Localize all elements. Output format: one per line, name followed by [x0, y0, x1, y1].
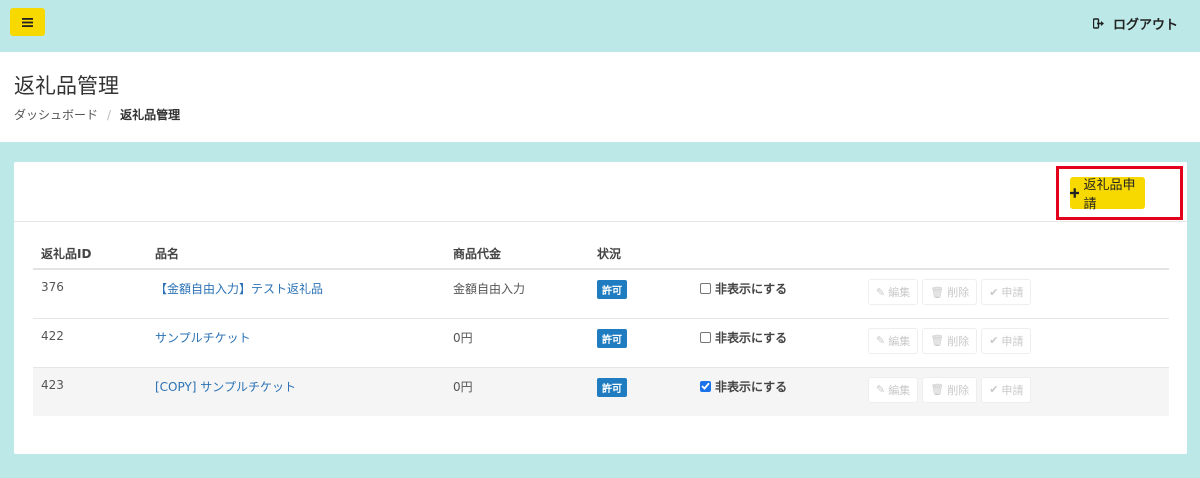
- hide-checkbox-label[interactable]: 非表示にする: [700, 280, 787, 297]
- request-label: 申請: [1001, 286, 1024, 299]
- hide-checkbox[interactable]: [700, 380, 711, 392]
- edit-icon: ✎: [876, 285, 886, 299]
- hide-label-text: 非表示にする: [715, 379, 788, 394]
- top-bar: ログアウト: [0, 0, 1200, 52]
- gift-id: 422: [33, 318, 147, 368]
- column-header-id: 返礼品ID: [33, 238, 147, 270]
- gift-table: 返礼品ID 品名 商品代金 状況 376 【金額自由入力】テスト返礼品 金額自由…: [33, 238, 1169, 416]
- check-icon: ✔: [989, 383, 999, 396]
- edit-label: 編集: [888, 383, 911, 397]
- edit-button[interactable]: ✎ 編集: [868, 279, 919, 305]
- table-row: 423 [COPY] サンプルチケット 0円 許可 非表示にする ✎編集 🗑: [33, 367, 1169, 416]
- column-header-actions: [860, 238, 1169, 270]
- hide-checkbox-label[interactable]: 非表示にする: [700, 378, 787, 395]
- table-row: 422 サンプルチケット 0円 許可 非表示にする ✎ 編集 🗑 削除 ✔ 申請: [33, 318, 1169, 368]
- gift-price: 金額自由入力: [445, 269, 589, 319]
- request-button[interactable]: ✔ 申請: [981, 279, 1032, 305]
- page-title: 返礼品管理: [14, 74, 119, 98]
- trash-icon: 🗑: [930, 334, 945, 347]
- column-header-price: 商品代金: [445, 238, 589, 270]
- gift-name-link[interactable]: [COPY] サンプルチケット: [155, 380, 296, 394]
- page-header: 返礼品管理 ダッシュボード / 返礼品管理: [0, 52, 1200, 142]
- gift-name-link[interactable]: 【金額自由入力】テスト返礼品: [155, 282, 323, 296]
- gift-price: 0円: [445, 367, 589, 416]
- row-actions: ✎ 編集 🗑 削除 ✔ 申請: [868, 376, 1169, 403]
- sign-out-icon: [1092, 18, 1104, 29]
- delete-label: 削除: [947, 383, 970, 397]
- plus-icon: [1070, 188, 1080, 198]
- breadcrumb-separator: /: [107, 107, 112, 122]
- gift-id: 376: [33, 269, 147, 319]
- hide-checkbox[interactable]: [700, 331, 711, 343]
- gift-id: 423: [33, 367, 147, 416]
- apply-gift-button[interactable]: 返礼品申請: [1070, 177, 1145, 212]
- delete-button[interactable]: 🗑 削除: [922, 327, 978, 354]
- status-badge: 許可: [597, 377, 627, 397]
- status-badge: 許可: [597, 280, 627, 299]
- row-actions: ✎ 編集 🗑 削除 ✔ 申請: [868, 279, 1169, 305]
- gift-price: 0円: [445, 318, 589, 368]
- delete-label: 削除: [947, 286, 970, 299]
- card-header: 返礼品申請: [14, 162, 1187, 222]
- menu-toggle-button[interactable]: [10, 8, 45, 36]
- edit-label: 編集: [888, 334, 911, 348]
- checkmark-icon: [701, 382, 710, 390]
- column-header-hide: [692, 238, 860, 270]
- logout-button[interactable]: ログアウト: [1092, 14, 1178, 33]
- hide-checkbox-label[interactable]: 非表示にする: [700, 329, 787, 346]
- apply-gift-label: 返礼品申請: [1083, 178, 1136, 212]
- request-button[interactable]: ✔ 申請: [981, 376, 1032, 403]
- hide-label-text: 非表示にする: [715, 282, 788, 296]
- edit-button[interactable]: ✎ 編集: [868, 327, 919, 354]
- gift-name-link[interactable]: サンプルチケット: [155, 331, 251, 345]
- edit-label: 編集: [888, 286, 911, 299]
- edit-button[interactable]: ✎ 編集: [868, 376, 919, 403]
- logout-label: ログアウト: [1112, 18, 1178, 33]
- request-button[interactable]: ✔ 申請: [981, 327, 1032, 354]
- delete-button[interactable]: 🗑 削除: [922, 376, 978, 403]
- column-header-status: 状況: [589, 238, 692, 270]
- request-label: 申請: [1001, 334, 1024, 348]
- table-row: 376 【金額自由入力】テスト返礼品 金額自由入力 許可 非表示にする ✎ 編集 …: [33, 269, 1169, 319]
- delete-button[interactable]: 🗑 削除: [922, 279, 978, 305]
- hide-label-text: 非表示にする: [715, 330, 788, 345]
- status-badge: 許可: [597, 328, 627, 348]
- request-label: 申請: [1001, 383, 1024, 397]
- hamburger-icon: [22, 17, 33, 27]
- hide-checkbox[interactable]: [700, 283, 711, 294]
- edit-icon: ✎: [876, 334, 886, 347]
- delete-label: 削除: [947, 334, 970, 348]
- breadcrumb-dashboard[interactable]: ダッシュボード: [14, 106, 98, 123]
- content-card: 返礼品申請 返礼品ID 品名 商品代金 状況 376 【金額自由入力】テスト返礼…: [14, 162, 1187, 454]
- table-header-row: 返礼品ID 品名 商品代金 状況: [33, 238, 1169, 270]
- edit-icon: ✎: [876, 383, 886, 396]
- trash-icon: 🗑: [930, 285, 945, 299]
- check-icon: ✔: [989, 285, 999, 299]
- column-header-name: 品名: [147, 238, 445, 270]
- breadcrumb: ダッシュボード / 返礼品管理: [14, 106, 180, 123]
- trash-icon: 🗑: [930, 383, 945, 396]
- check-icon: ✔: [989, 334, 999, 347]
- breadcrumb-current: 返礼品管理: [120, 108, 181, 122]
- row-actions: ✎ 編集 🗑 削除 ✔ 申請: [868, 327, 1169, 354]
